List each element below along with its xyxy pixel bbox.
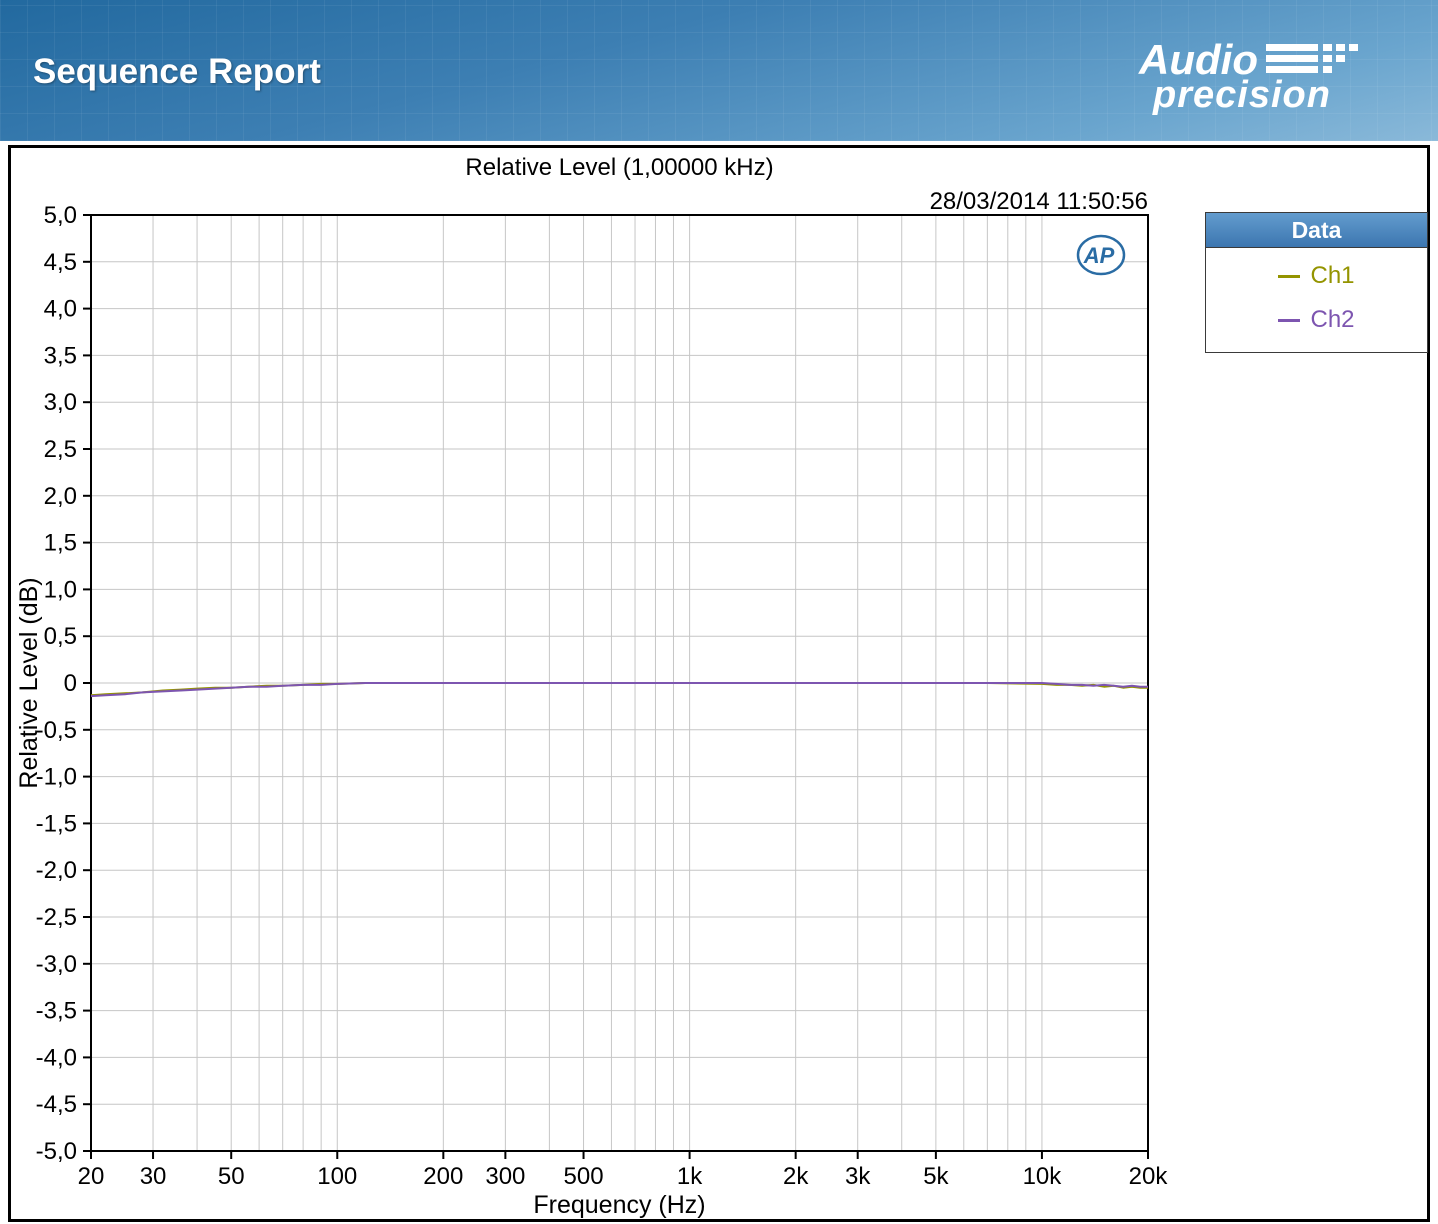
legend-entry-ch2: Ch2 — [1206, 298, 1427, 342]
y-tick-label: -4,0 — [36, 1044, 77, 1071]
y-tick-label: 4,0 — [44, 296, 77, 323]
audio-precision-logo: Audio precision — [1139, 39, 1366, 117]
y-tick-label: 0,5 — [44, 623, 77, 650]
logo-text-precision: precision — [1153, 73, 1331, 116]
x-tick-label: 20k — [1129, 1163, 1169, 1190]
y-tick-label: 3,5 — [44, 342, 77, 369]
y-tick-label: -4,5 — [36, 1091, 77, 1118]
x-tick-label: 5k — [923, 1163, 949, 1190]
x-tick-label: 50 — [218, 1163, 245, 1190]
y-tick-label: -5,0 — [36, 1138, 77, 1165]
x-tick-label: 300 — [485, 1163, 525, 1190]
y-tick-label: 5,0 — [44, 202, 77, 229]
legend-line-sample-icon — [1278, 318, 1301, 322]
legend-title: Data — [1206, 213, 1427, 248]
x-tick-label: 1k — [677, 1163, 703, 1190]
x-tick-label: 100 — [317, 1163, 357, 1190]
x-axis-label: Frequency (Hz) — [533, 1191, 705, 1218]
legend: Data Ch1 Ch2 — [1205, 212, 1428, 353]
ap-watermark-text: AP — [1083, 243, 1115, 268]
y-tick-label: 2,5 — [44, 436, 77, 463]
x-tick-label: 10k — [1023, 1163, 1063, 1190]
y-axis-label: Relative Level (dB) — [15, 577, 43, 788]
report-title: Sequence Report — [33, 52, 321, 91]
x-tick-label: 20 — [78, 1163, 105, 1190]
x-tick-label: 200 — [423, 1163, 463, 1190]
y-tick-label: 3,0 — [44, 389, 77, 416]
y-tick-label: -2,5 — [36, 904, 77, 931]
x-tick-label: 500 — [564, 1163, 604, 1190]
chart-page: Relative Level (1,00000 kHz) 28/03/2014 … — [8, 145, 1430, 1222]
legend-line-sample-icon — [1278, 274, 1301, 278]
y-tick-label: -2,0 — [36, 857, 77, 884]
y-tick-label: 1,5 — [44, 530, 77, 557]
x-tick-label: 2k — [783, 1163, 809, 1190]
series-line-ch2 — [90, 682, 1148, 698]
x-tick-label: 3k — [845, 1163, 871, 1190]
legend-label: Ch2 — [1310, 306, 1355, 333]
y-tick-label: -1,5 — [36, 810, 77, 837]
y-tick-label: 1,0 — [44, 576, 77, 603]
legend-entry-ch1: Ch1 — [1206, 254, 1427, 298]
legend-entries: Ch1 Ch2 — [1206, 248, 1427, 352]
x-tick-label: 30 — [140, 1163, 167, 1190]
report-header: Sequence Report Audio precision — [0, 0, 1438, 141]
series-line-ch1 — [90, 682, 1148, 697]
y-tick-label: -3,0 — [36, 951, 77, 978]
y-tick-label: 2,0 — [44, 483, 77, 510]
y-tick-label: 4,5 — [44, 249, 77, 276]
y-tick-label: -3,5 — [36, 998, 77, 1025]
legend-label: Ch1 — [1310, 262, 1355, 289]
y-tick-label: 0 — [64, 670, 77, 697]
